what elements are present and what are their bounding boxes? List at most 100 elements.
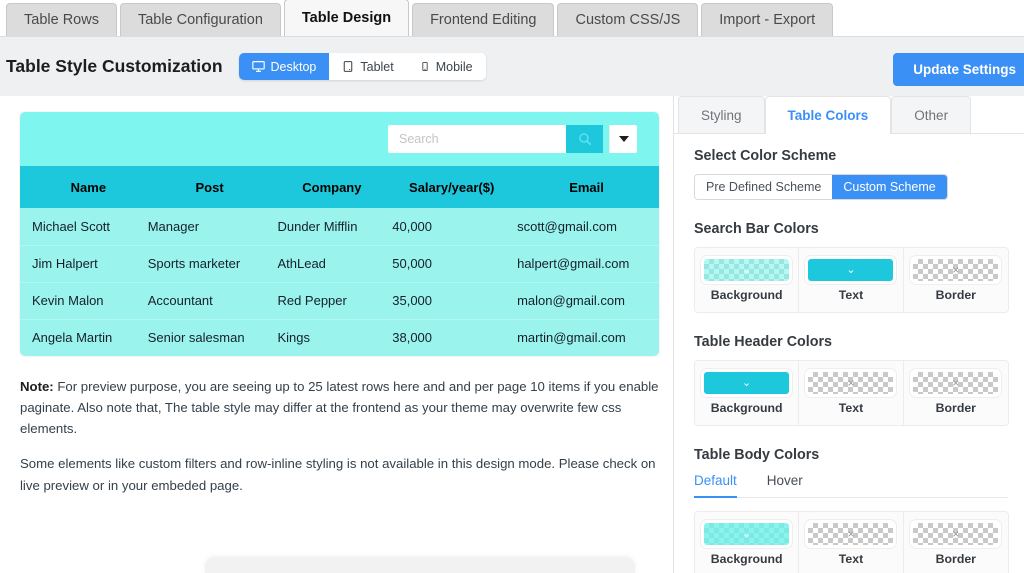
body-state-tab-hover[interactable]: Hover <box>767 473 803 498</box>
tab-table-configuration[interactable]: Table Configuration <box>119 3 281 36</box>
color-picker-swatch[interactable]: ⌄ <box>704 523 790 545</box>
color-scheme-toggle: Pre Defined Scheme Custom Scheme <box>694 174 948 200</box>
tablet-icon <box>342 60 354 73</box>
color-swatch-cell: ⌄ Background <box>695 361 800 425</box>
preview-table-toolbar <box>20 112 659 166</box>
table-cell: Dunder Mifflin <box>274 208 390 246</box>
search-bar-colors-heading: Search Bar Colors <box>694 221 819 237</box>
table-cell: 35,000 <box>389 282 515 320</box>
settings-tab-other[interactable]: Other <box>891 96 972 133</box>
color-swatch-label: Border <box>935 401 976 415</box>
column-header[interactable]: Email <box>514 166 659 208</box>
note-paragraph-2: Some elements like custom filters and ro… <box>20 456 656 493</box>
body-state-tab-default[interactable]: Default <box>694 473 737 498</box>
color-picker-swatch[interactable]: × <box>913 523 999 545</box>
settings-tab-styling[interactable]: Styling <box>678 96 765 133</box>
table-row: Michael Scott Manager Dunder Mifflin 40,000… <box>20 208 659 246</box>
settings-tab-table-colors[interactable]: Table Colors <box>764 96 892 134</box>
transparent-icon: × <box>847 376 855 390</box>
color-picker-swatch[interactable]: ⌄ <box>704 372 790 394</box>
update-settings-button[interactable]: Update Settings <box>893 53 1024 86</box>
color-swatch-cell: × Border <box>903 248 1008 312</box>
color-swatch-cell: × Text <box>799 361 904 425</box>
table-row: Kevin Malon Accountant Red Pepper 35,000 mal… <box>20 282 659 320</box>
search-input[interactable] <box>388 125 566 153</box>
table-body-color-swatches: ⌄ Background × Text × Border <box>694 511 1009 573</box>
search-submit-button[interactable] <box>566 125 603 153</box>
color-picker-swatch[interactable]: ⌄ <box>808 259 894 281</box>
color-picker-swatch[interactable]: × <box>808 523 894 545</box>
mobile-icon <box>420 60 430 73</box>
tab-import-export[interactable]: Import - Export <box>701 3 834 36</box>
column-header[interactable]: Name <box>20 166 145 208</box>
color-scheme-heading: Select Color Scheme <box>694 148 837 164</box>
color-swatch-cell: × Border <box>903 512 1008 573</box>
search-options-dropdown[interactable] <box>609 125 637 153</box>
table-header-color-swatches: ⌄ Background × Text × Border <box>694 360 1009 426</box>
table-cell: scott@gmail.com <box>514 208 659 246</box>
table-cell: AthLead <box>274 245 390 283</box>
chevron-down-icon: ⌄ <box>742 376 752 389</box>
table-cell: Senior salesman <box>144 319 275 356</box>
color-swatch-label: Text <box>838 552 864 566</box>
chevron-down-icon: ⌄ <box>742 527 752 540</box>
table-cell: Kings <box>274 319 390 356</box>
chevron-down-icon: ⌄ <box>742 263 752 276</box>
tab-custom-css-js[interactable]: Custom CSS/JS <box>557 3 699 36</box>
tab-frontend-editing[interactable]: Frontend Editing <box>412 3 555 36</box>
table-row: Angela Martin Senior salesman Kings 38,000 m… <box>20 319 659 356</box>
tab-table-design[interactable]: Table Design <box>283 0 410 36</box>
column-header[interactable]: Salary/year($) <box>389 166 515 208</box>
scheme-option-pre-defined-scheme[interactable]: Pre Defined Scheme <box>695 175 833 199</box>
chevron-down-icon: ⌄ <box>846 263 856 276</box>
table-header-colors-heading: Table Header Colors <box>694 334 832 350</box>
scheme-option-custom-scheme[interactable]: Custom Scheme <box>832 175 947 199</box>
table-cell: Sports marketer <box>144 245 275 283</box>
color-swatch-cell: ⌄ Background <box>695 512 800 573</box>
page-header: Table Style Customization Desktop Tablet M… <box>0 37 1024 96</box>
column-header[interactable]: Post <box>144 166 275 208</box>
settings-tab-bar: Styling Table Colors Other <box>674 96 1024 134</box>
transparent-icon: × <box>847 527 855 541</box>
device-button-label: Desktop <box>270 59 317 74</box>
table-cell: halpert@gmail.com <box>514 245 659 283</box>
table-cell: Red Pepper <box>274 282 390 320</box>
table-cell: Angela Martin <box>20 319 145 356</box>
page-title: Table Style Customization <box>6 56 223 76</box>
table-body-colors-heading: Table Body Colors <box>694 447 820 463</box>
table-cell: Jim Halpert <box>20 245 145 283</box>
tab-table-rows[interactable]: Table Rows <box>6 3 117 36</box>
column-header[interactable]: Company <box>274 166 390 208</box>
table-body-state-subtabs: Default Hover <box>694 473 1008 498</box>
bottom-panel-edge <box>205 557 635 573</box>
table-cell: martin@gmail.com <box>514 319 659 356</box>
preview-note: Note: For preview purpose, you are seein… <box>20 376 659 496</box>
note-label: Note: <box>20 379 54 394</box>
style-settings-pane: Styling Table Colors Other Select Color Sc… <box>674 96 1024 573</box>
preview-table-body: Michael Scott Manager Dunder Mifflin 40,000… <box>20 208 659 356</box>
device-button-tablet[interactable]: Tablet <box>329 53 407 80</box>
device-button-desktop[interactable]: Desktop <box>238 53 330 80</box>
table-row: Jim Halpert Sports marketer AthLead 50,000 h… <box>20 245 659 283</box>
search-bar-color-swatches: ⌄ Background ⌄ Text × Border <box>694 247 1009 313</box>
color-picker-swatch[interactable]: ⌄ <box>704 259 790 281</box>
table-cell: Michael Scott <box>20 208 145 246</box>
preview-table: Name Post Company Salary/year($) Email Micha… <box>20 166 659 356</box>
table-preview-pane: NamePostCompanySalary/year($)Email Micha… <box>0 96 674 573</box>
table-cell: Manager <box>144 208 275 246</box>
color-swatch-label: Border <box>935 288 976 302</box>
search-box <box>388 125 637 153</box>
device-button-mobile[interactable]: Mobile <box>406 53 486 80</box>
color-swatch-cell: × Border <box>903 361 1008 425</box>
color-swatch-label: Background <box>710 401 783 415</box>
color-picker-swatch[interactable]: × <box>913 372 999 394</box>
table-cell: Accountant <box>144 282 275 320</box>
table-cell: 50,000 <box>389 245 515 283</box>
transparent-icon: × <box>952 376 960 390</box>
table-cell: malon@gmail.com <box>514 282 659 320</box>
color-picker-swatch[interactable]: × <box>808 372 894 394</box>
color-picker-swatch[interactable]: × <box>913 259 999 281</box>
desktop-icon <box>251 60 265 73</box>
transparent-icon: × <box>952 263 960 277</box>
device-button-label: Tablet <box>360 59 394 74</box>
